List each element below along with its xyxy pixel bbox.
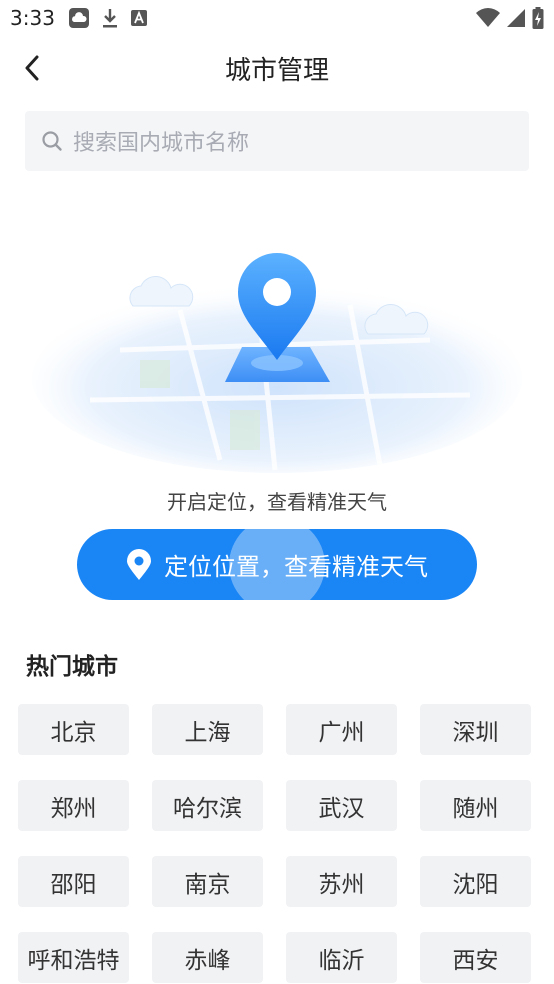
location-pin-icon	[127, 548, 151, 580]
city-chip[interactable]: 呼和浩特	[18, 932, 129, 983]
city-chip[interactable]: 随州	[420, 780, 531, 831]
search-placeholder: 搜索国内城市名称	[73, 131, 250, 156]
city-chip[interactable]: 沈阳	[420, 856, 531, 907]
cloud-left	[129, 276, 194, 307]
city-chip[interactable]: 邵阳	[18, 856, 129, 907]
city-chip[interactable]: 西安	[420, 932, 531, 983]
location-illustration	[32, 253, 522, 473]
weather-app-icon	[69, 8, 89, 28]
battery-icon	[532, 7, 544, 29]
page-title: 城市管理	[224, 56, 329, 86]
download-icon	[103, 9, 117, 28]
wifi-icon	[476, 8, 500, 27]
city-chip[interactable]: 临沂	[286, 932, 397, 983]
city-chip[interactable]: 武汉	[286, 780, 397, 831]
header: 城市管理	[0, 40, 554, 94]
signal-icon	[507, 9, 525, 27]
system-icons	[476, 7, 544, 29]
city-chip[interactable]: 广州	[286, 704, 397, 755]
notification-icons	[68, 7, 148, 29]
locate-button[interactable]: 定位位置，查看精准天气	[77, 529, 477, 600]
city-chip[interactable]: 南京	[152, 856, 263, 907]
city-chip[interactable]: 苏州	[286, 856, 397, 907]
locate-button-label: 定位位置，查看精准天气	[164, 553, 428, 581]
city-chip[interactable]: 上海	[152, 704, 263, 755]
city-chip[interactable]: 赤峰	[152, 932, 263, 983]
status-time: 3:33	[10, 6, 55, 30]
city-chip[interactable]: 北京	[18, 704, 129, 755]
search-input[interactable]: 搜索国内城市名称	[25, 111, 529, 171]
font-app-icon	[131, 10, 147, 26]
city-chip[interactable]: 郑州	[18, 780, 129, 831]
city-chip[interactable]: 哈尔滨	[152, 780, 263, 831]
status-bar: 3:33	[0, 0, 554, 36]
pin-dot	[263, 278, 291, 306]
search-icon	[42, 131, 62, 151]
hot-cities-title: 热门城市	[26, 654, 118, 680]
city-chip[interactable]: 深圳	[420, 704, 531, 755]
locate-tip: 开启定位，查看精准天气	[167, 490, 387, 514]
